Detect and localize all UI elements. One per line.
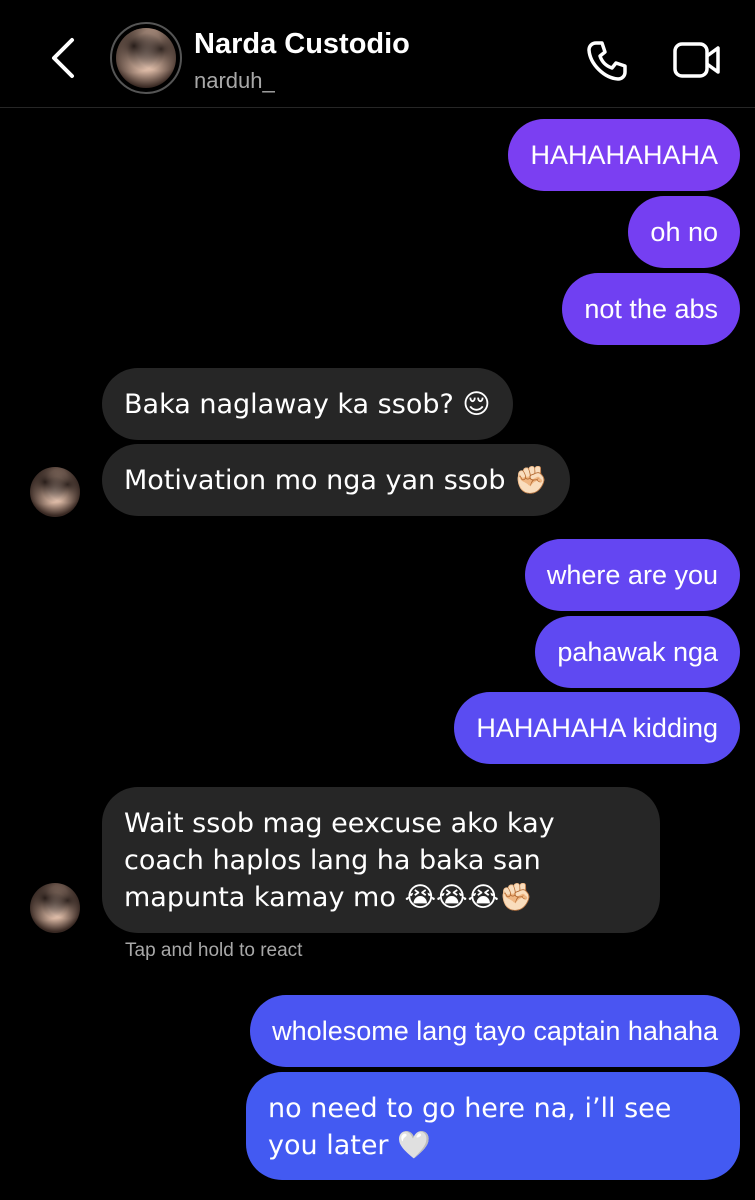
message-received[interactable]: Baka naglaway ka ssob? 😌 bbox=[102, 368, 513, 440]
react-hint: Tap and hold to react bbox=[125, 940, 303, 961]
message-text: Motivation mo nga yan ssob ✊🏻 bbox=[124, 465, 548, 496]
back-button[interactable] bbox=[44, 34, 84, 82]
avatar-photo bbox=[116, 28, 176, 88]
message-sent[interactable]: where are you bbox=[524, 539, 740, 611]
contact-name[interactable]: Narda Custodio bbox=[194, 28, 410, 61]
video-camera-icon bbox=[673, 42, 720, 78]
sender-avatar[interactable] bbox=[30, 467, 80, 517]
message-sent[interactable]: not the abs bbox=[562, 273, 740, 345]
chat-header: Narda Custodio narduh_ bbox=[0, 0, 755, 108]
phone-icon bbox=[587, 41, 627, 81]
message-text: Baka naglaway ka ssob? 😌 bbox=[124, 389, 491, 420]
contact-avatar[interactable] bbox=[110, 22, 182, 94]
contact-username: narduh_ bbox=[194, 68, 275, 93]
message-sent[interactable]: pahawak nga bbox=[535, 616, 740, 688]
message-sent[interactable]: HAHAHAHAHA bbox=[508, 119, 740, 191]
message-sent[interactable]: oh no bbox=[628, 196, 740, 268]
video-call-button[interactable] bbox=[672, 38, 722, 82]
message-received[interactable]: Wait ssob mag eexcuse ako kay coach hapl… bbox=[102, 787, 660, 933]
audio-call-button[interactable] bbox=[584, 38, 630, 84]
message-text: Wait ssob mag eexcuse ako kay coach hapl… bbox=[124, 808, 555, 913]
sender-avatar[interactable] bbox=[30, 883, 80, 933]
chevron-left-icon bbox=[52, 38, 74, 78]
message-received[interactable]: Motivation mo nga yan ssob ✊🏻 bbox=[102, 444, 570, 516]
message-text: no need to go here na, i’ll see you late… bbox=[268, 1093, 672, 1161]
message-sent[interactable]: wholesome lang tayo captain hahaha bbox=[250, 995, 740, 1067]
message-sent[interactable]: HAHAHAHA kidding bbox=[454, 692, 740, 764]
message-sent[interactable]: no need to go here na, i’ll see you late… bbox=[246, 1072, 740, 1180]
